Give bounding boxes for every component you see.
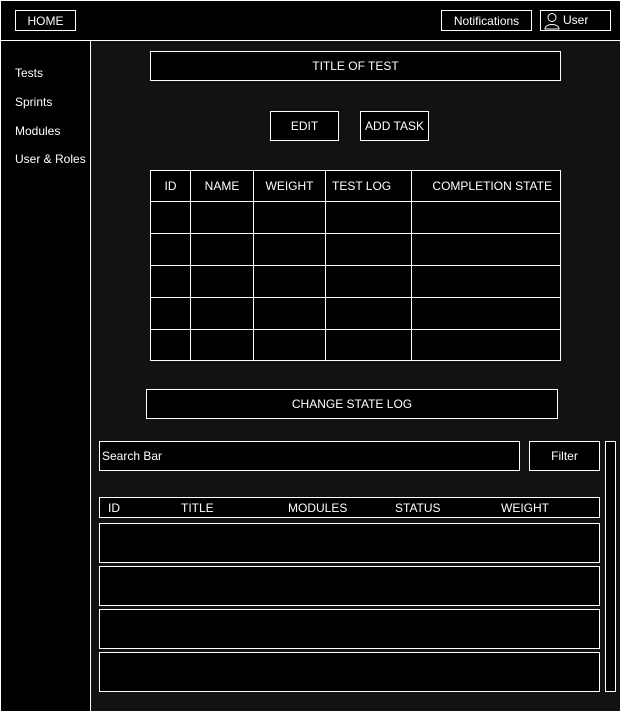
user-label: User [563,13,589,27]
table-cell [150,265,191,298]
table-cell [190,265,254,298]
list-item[interactable] [99,566,600,606]
log-list-header: ID TITLE MODULES STATUS WEIGHT [99,497,600,518]
column-header-weight: WEIGHT [501,501,549,515]
user-icon [544,13,560,30]
column-header-title: TITLE [181,501,214,515]
sidebar-item-modules[interactable]: Modules [15,124,60,138]
table-cell [411,297,561,330]
list-item[interactable] [99,652,600,692]
table-cell [150,233,191,266]
user-button[interactable]: User [540,10,611,31]
add-task-button[interactable]: ADD TASK [360,111,429,141]
table-cell [411,265,561,298]
column-header-completion-state: COMPLETION STATE [411,170,561,202]
sidebar-item-sprints[interactable]: Sprints [15,95,52,109]
edit-button[interactable]: EDIT [270,111,339,141]
column-header-name: NAME [190,170,254,202]
table-cell [253,297,326,330]
home-button[interactable]: HOME [15,10,76,31]
table-cell [411,329,561,361]
table-row[interactable] [150,265,561,298]
table-cell [325,297,412,330]
table-cell [253,329,326,361]
table-row[interactable] [150,201,561,234]
column-header-id: ID [108,501,120,515]
table-cell [190,297,254,330]
table-cell [325,201,412,234]
table-cell [325,233,412,266]
column-header-status: STATUS [395,501,441,515]
column-header-weight: WEIGHT [253,170,326,202]
change-state-log-button[interactable]: CHANGE STATE LOG [146,389,558,419]
scrollbar[interactable] [605,441,616,692]
notifications-button[interactable]: Notifications [441,10,532,31]
table-row[interactable] [150,297,561,330]
tasks-table-header: ID NAME WEIGHT TEST LOG COMPLETION STATE [150,170,561,202]
tasks-table: ID NAME WEIGHT TEST LOG COMPLETION STATE [150,170,561,361]
table-cell [325,329,412,361]
sidebar-item-user-roles[interactable]: User & Roles [15,152,86,166]
table-cell [411,201,561,234]
table-cell [253,233,326,266]
table-cell [190,233,254,266]
table-cell [253,201,326,234]
filter-button[interactable]: Filter [529,441,600,471]
list-item[interactable] [99,609,600,649]
table-cell [253,265,326,298]
table-cell [411,233,561,266]
list-item[interactable] [99,523,600,563]
search-input[interactable] [99,441,520,471]
sidebar-item-tests[interactable]: Tests [15,66,43,80]
table-row[interactable] [150,329,561,361]
sidebar [0,40,91,712]
page-title: TITLE OF TEST [150,51,561,81]
table-row[interactable] [150,233,561,266]
column-header-id: ID [150,170,191,202]
table-cell [190,329,254,361]
table-cell [150,201,191,234]
table-cell [150,297,191,330]
table-cell [190,201,254,234]
table-cell [325,265,412,298]
column-header-modules: MODULES [288,501,348,515]
column-header-test-log: TEST LOG [325,170,412,202]
table-cell [150,329,191,361]
